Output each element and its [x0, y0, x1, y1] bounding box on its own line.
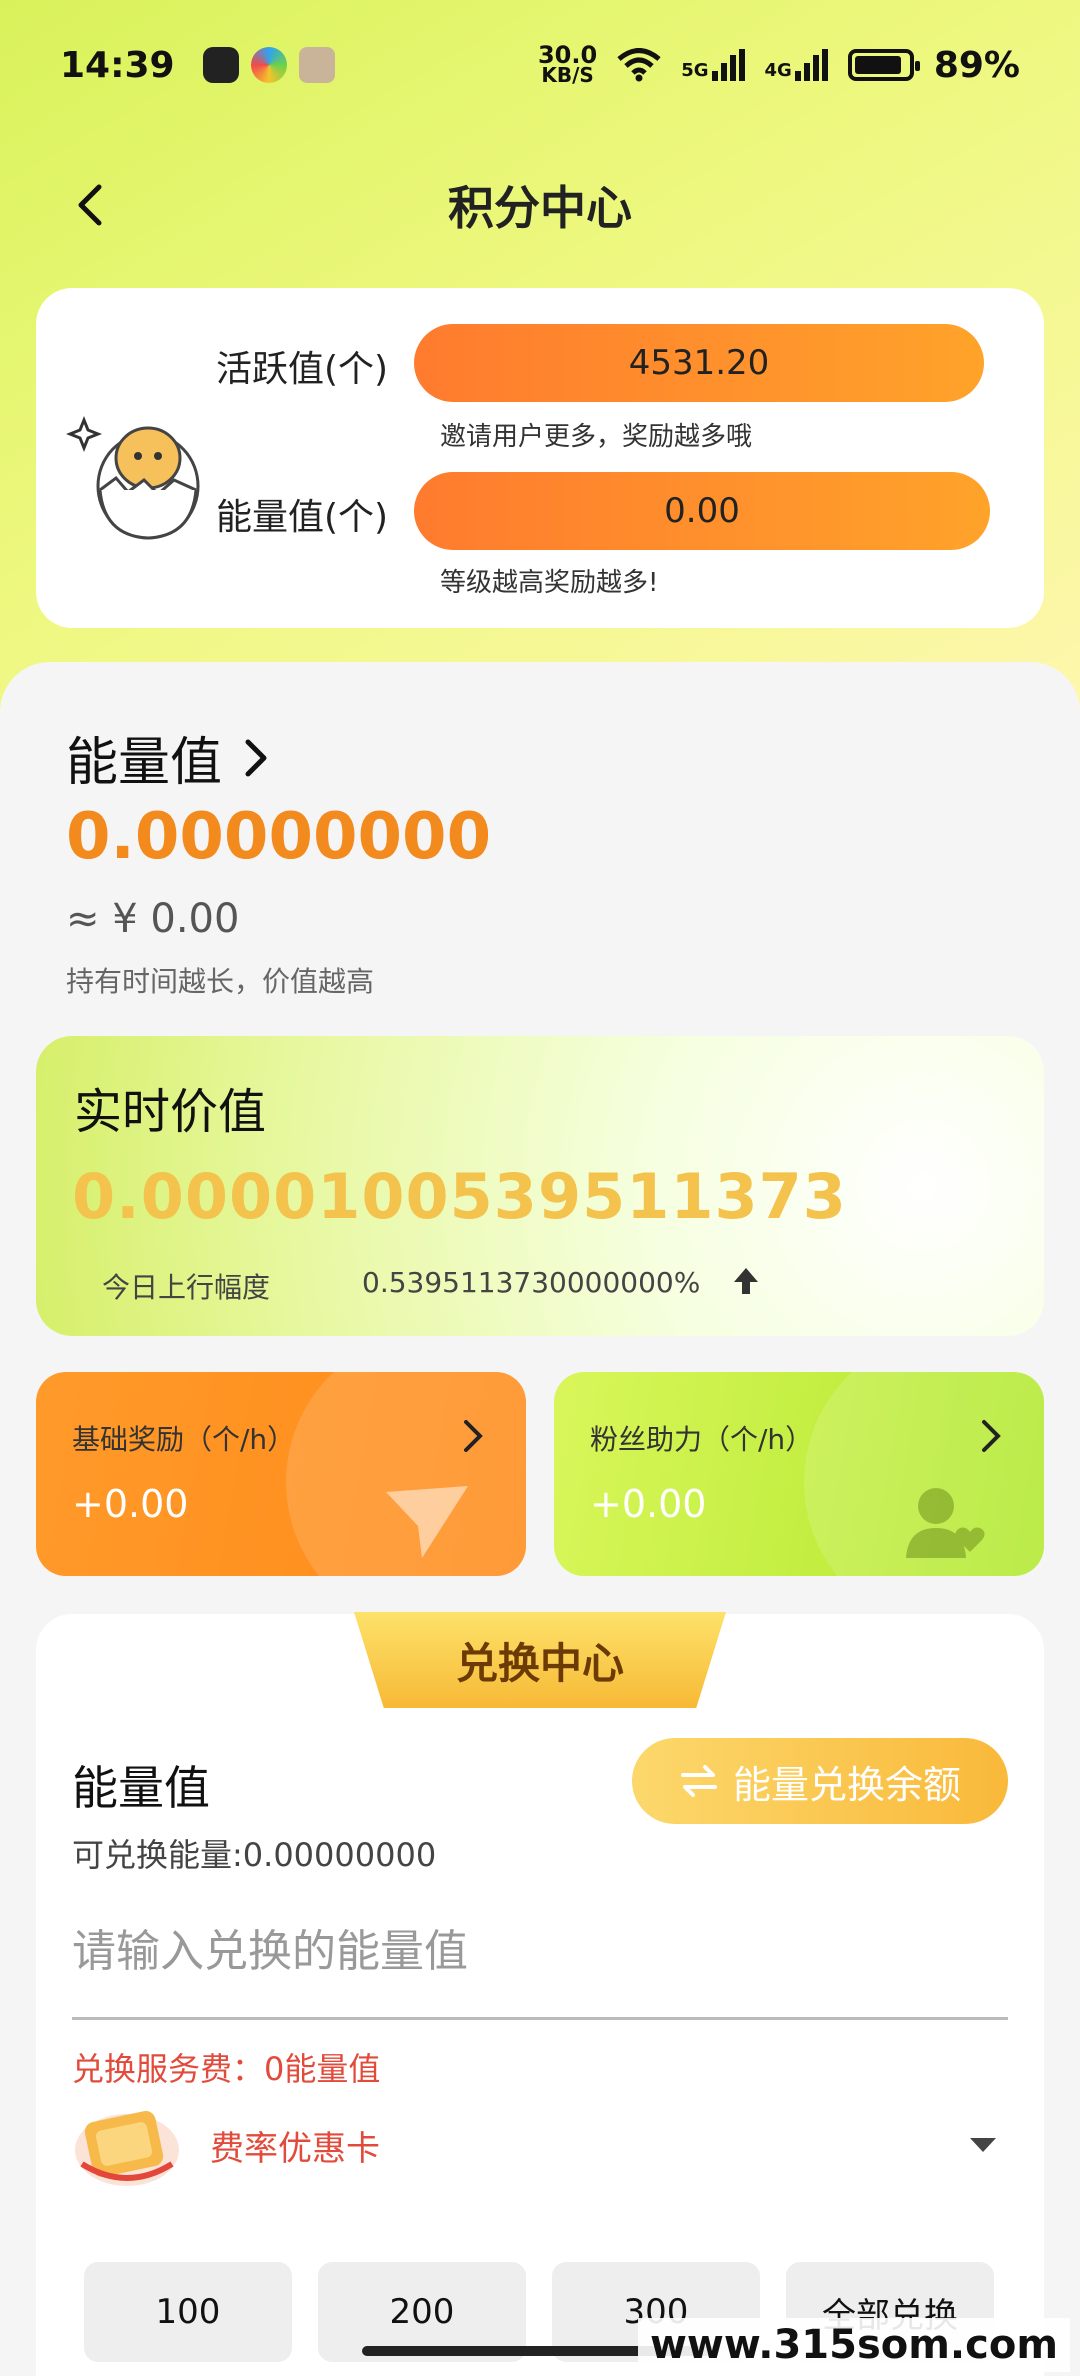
watermark: www.315som.com — [637, 2318, 1070, 2372]
page-title: 积分中心 — [448, 181, 632, 235]
status-bar: 14:39 30.0 KB/S 5G 4G 89% — [0, 0, 1080, 130]
base-reward-label: 基础奖励（个/h） — [72, 1423, 296, 1456]
chevron-right-icon — [982, 1420, 1001, 1452]
energy-label: 能量值(个) — [216, 497, 389, 538]
paper-plane-icon — [386, 1486, 468, 1558]
activity-label: 活跃值(个) — [216, 349, 389, 390]
chevron-right-icon — [464, 1420, 483, 1452]
status-right: 30.0 KB/S 5G 4G 89% — [537, 41, 1020, 87]
back-button[interactable] — [60, 175, 120, 235]
energy-pill-value: 0.00 — [664, 491, 740, 531]
dropdown-caret-icon — [970, 2138, 996, 2152]
exchange-energy-label: 能量值 — [72, 1761, 210, 1815]
net-speed: 30.0 KB/S — [537, 41, 598, 87]
energy-value-pill: 0.00 — [414, 472, 990, 550]
realtime-value: 0.0000100539511373 — [72, 1160, 847, 1233]
energy-to-balance-button[interactable]: 能量兑换余额 — [632, 1738, 1008, 1824]
status-time: 14:39 — [60, 44, 175, 86]
fans-boost-value: +0.00 — [590, 1482, 707, 1526]
energy-detail-link[interactable]: 能量值 — [66, 720, 270, 795]
fans-boost-card[interactable]: 粉丝助力（个/h） +0.00 — [554, 1372, 1044, 1576]
energy-cny-approx: ≈ ¥ 0.00 — [66, 896, 240, 942]
base-reward-card[interactable]: 基础奖励（个/h） +0.00 — [36, 1372, 526, 1576]
exchange-center-title: 兑换中心 — [455, 1638, 624, 1688]
energy-hold-hint: 持有时间越长，价值越高 — [66, 965, 375, 998]
rate-coupon-select[interactable]: 费率优惠卡 — [72, 2100, 1008, 2190]
score-card: 活跃值(个) 4531.20 邀请用户更多，奖励越多哦 能量值(个) 0.00 … — [36, 288, 1044, 628]
rate-coupon-label: 费率优惠卡 — [210, 2128, 380, 2169]
egg-mascot-icon — [66, 415, 200, 540]
robot-app-icon — [202, 47, 239, 83]
signal-5g-icon: 5G — [681, 49, 745, 81]
colorful-app-icon — [250, 47, 287, 83]
chevron-right-icon — [245, 739, 267, 776]
energy-to-balance-label: 能量兑换余额 — [732, 1762, 961, 1807]
user-heart-icon — [906, 1488, 985, 1558]
activity-value: 4531.20 — [628, 343, 770, 383]
activity-value-pill: 4531.20 — [414, 324, 984, 402]
amount-button-100[interactable]: 100 — [84, 2262, 292, 2362]
arrow-up-icon — [734, 1268, 758, 1294]
game-app-icon — [298, 47, 335, 83]
exchangeable-energy: 可兑换能量:0.00000000 — [72, 1836, 437, 1874]
battery-percent: 89% — [933, 44, 1020, 86]
coupon-card-icon — [75, 2110, 179, 2186]
realtime-value-card: 实时价值 0.0000100539511373 今日上行幅度 0.5395113… — [36, 1036, 1044, 1336]
today-change-label: 今日上行幅度 — [102, 1271, 271, 1304]
exchange-center-tab: 兑换中心 — [354, 1612, 726, 1708]
activity-hint: 邀请用户更多，奖励越多哦 — [440, 422, 753, 452]
back-arrow-icon — [78, 184, 102, 226]
exchange-amount-input[interactable] — [72, 1886, 1008, 2020]
battery-icon — [847, 49, 920, 81]
wifi-icon — [617, 48, 661, 82]
today-change-percent: 0.5395113730000000% — [362, 1266, 701, 1299]
signal-4g-icon: 4G — [765, 49, 828, 81]
nav-bar: 积分中心 — [0, 150, 1080, 260]
energy-title: 能量值 — [66, 733, 223, 793]
fans-boost-label: 粉丝助力（个/h） — [590, 1423, 814, 1456]
swap-arrows-icon — [680, 1765, 717, 1797]
base-reward-value: +0.00 — [72, 1482, 189, 1526]
notification-icons — [202, 47, 335, 83]
realtime-title: 实时价值 — [74, 1084, 267, 1140]
exchange-fee: 兑换服务费：0能量值 — [72, 2050, 381, 2088]
energy-balance: 0.00000000 — [66, 800, 492, 874]
energy-hint: 等级越高奖励越多! — [440, 568, 659, 598]
